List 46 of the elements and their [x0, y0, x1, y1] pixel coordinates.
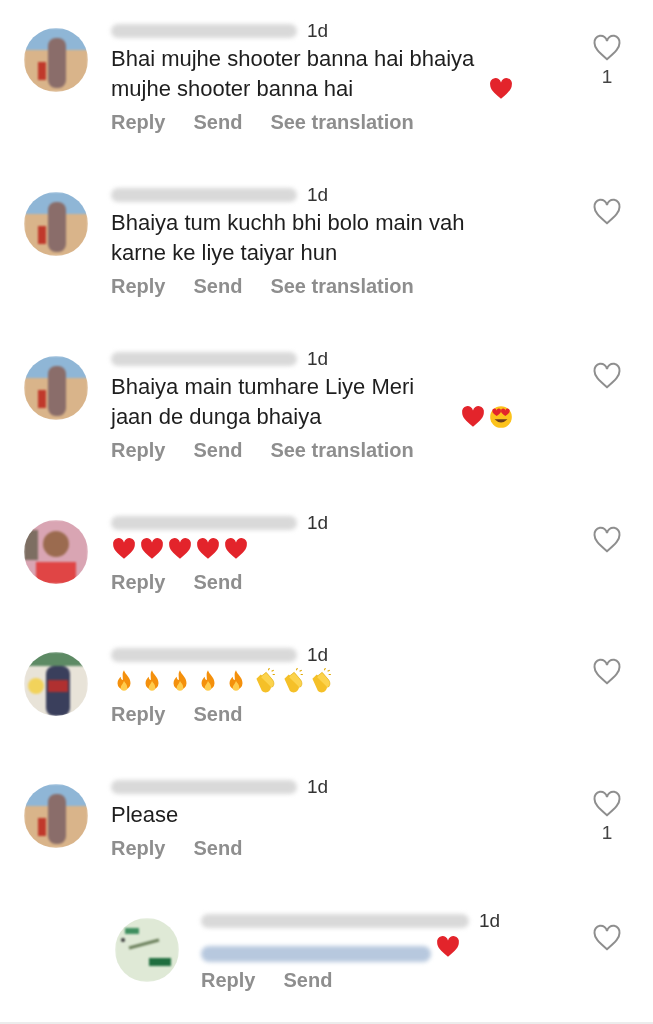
action-link[interactable]: Reply	[111, 836, 166, 860]
action-link[interactable]: Send	[283, 968, 333, 992]
action-link[interactable]: Send	[193, 110, 243, 134]
comment-time: 1d	[307, 20, 329, 42]
comment-text: Please	[111, 801, 179, 829]
action-link[interactable]: Reply	[201, 968, 256, 992]
heart-icon[interactable]	[592, 34, 622, 62]
blurred-username[interactable]	[111, 780, 297, 794]
comment-time: 1d	[307, 512, 329, 534]
blurred-username[interactable]	[111, 352, 297, 366]
comment-time: 1d	[307, 644, 329, 666]
blurred-username[interactable]	[111, 648, 297, 662]
blurred-username[interactable]	[111, 24, 297, 38]
action-link[interactable]: Reply	[111, 570, 166, 594]
action-link[interactable]: See translation	[270, 274, 414, 298]
action-link[interactable]: Reply	[111, 702, 166, 726]
action-link[interactable]: Send	[193, 836, 243, 860]
action-link[interactable]: Send	[193, 274, 243, 298]
comment-time: 1d	[307, 776, 329, 798]
heart-icon[interactable]	[592, 198, 622, 226]
blurred-mention[interactable]	[201, 946, 431, 962]
heart-icon[interactable]	[592, 924, 622, 952]
blurred-username[interactable]	[111, 188, 297, 202]
heart-eyes-icon	[488, 404, 514, 430]
comment-text: Bhaiya tum kuchh bhi bolo main vah karne ke liye taiyar hun	[111, 209, 466, 267]
comment-time: 1d	[479, 910, 501, 932]
heart-icon[interactable]	[592, 526, 622, 554]
action-link[interactable]: Reply	[111, 110, 166, 134]
blurred-username[interactable]	[111, 516, 297, 530]
heart-icon[interactable]	[592, 790, 622, 818]
action-link[interactable]: Send	[193, 702, 243, 726]
comment-time: 1d	[307, 348, 329, 370]
action-link[interactable]: See translation	[270, 438, 414, 462]
action-link[interactable]: Reply	[111, 274, 166, 298]
comment-time: 1d	[307, 184, 329, 206]
action-link[interactable]: Reply	[111, 438, 166, 462]
comment-text: Bhai mujhe shooter banna hai bhaiya mujhe shooter banna hai	[111, 45, 476, 103]
comment-text: Bhaiya main tumhare Liye Meri jaan de dunga bhaiya	[111, 373, 416, 431]
heart-icon[interactable]	[592, 362, 622, 390]
like-count: 1	[601, 822, 613, 844]
like-count: 1	[601, 66, 613, 88]
action-link[interactable]: See translation	[270, 110, 414, 134]
blurred-username[interactable]	[201, 914, 469, 928]
action-link[interactable]: Send	[193, 438, 243, 462]
heart-icon[interactable]	[592, 658, 622, 686]
action-link[interactable]: Send	[193, 570, 243, 594]
